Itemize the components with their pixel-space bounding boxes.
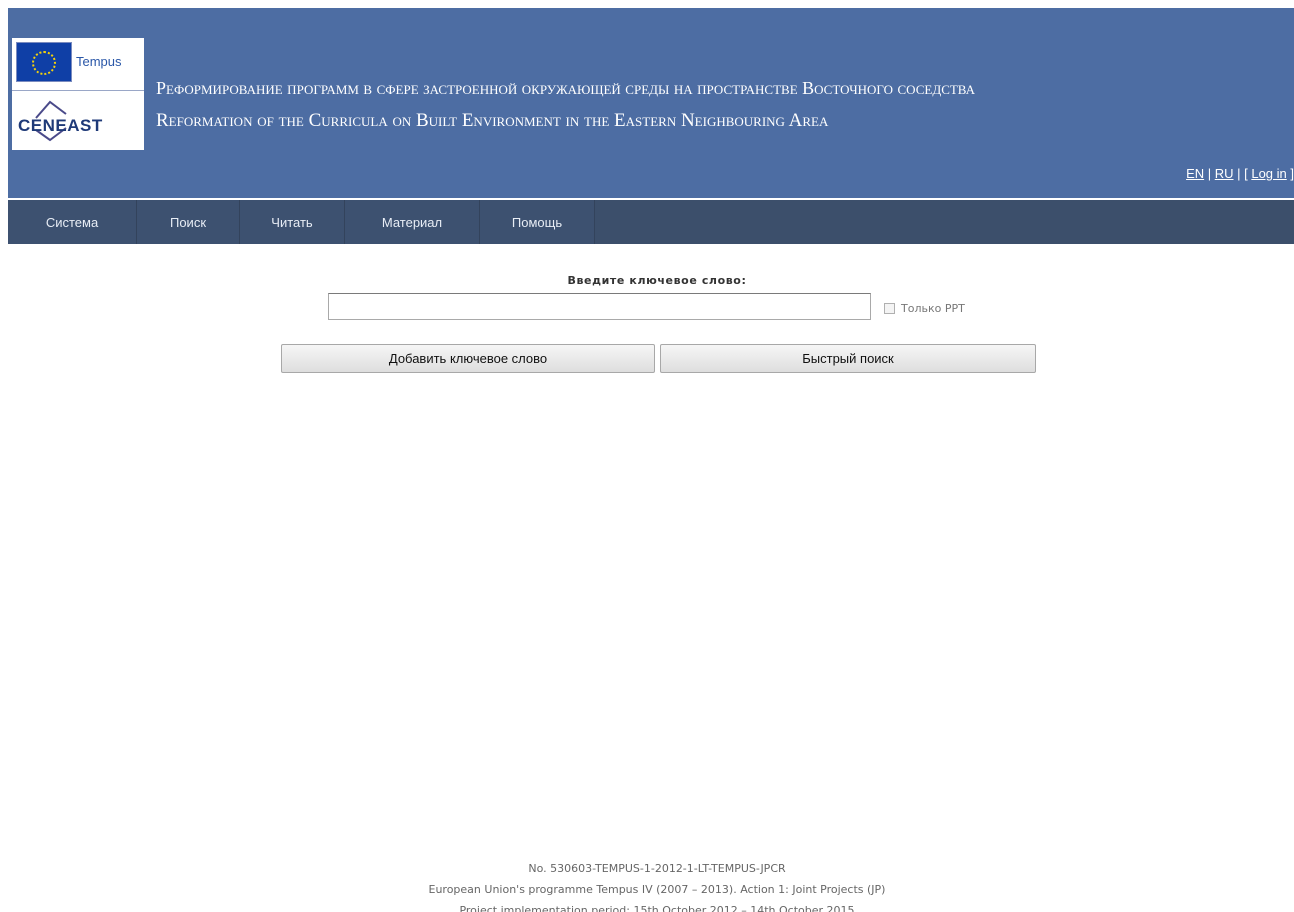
login-bracket-close: ] (1286, 166, 1294, 181)
eu-flag-icon (16, 42, 72, 82)
nav-item-search[interactable]: Поиск (137, 200, 240, 244)
ppt-only-option: Только PPT (884, 302, 965, 315)
ceneast-logo-text: CENEAST (18, 116, 103, 135)
ppt-only-checkbox[interactable] (884, 303, 895, 314)
language-links: EN | RU | [ Log in ] (1186, 166, 1294, 181)
page: Tempus CENEAST Реформирование программ в… (0, 0, 1294, 912)
site-title-en: Reformation of the Curricula on Built En… (156, 110, 829, 131)
lang-separator: | (1204, 166, 1215, 181)
eu-stars-icon (32, 51, 56, 75)
login-bracket-open: | [ (1233, 166, 1252, 181)
lang-ru-link[interactable]: RU (1215, 166, 1234, 181)
nav-item-help[interactable]: Помощь (480, 200, 595, 244)
site-title-ru: Реформирование программ в сфере застроен… (156, 78, 976, 98)
footer-project-number: No. 530603-TEMPUS-1-2012-1-LT-TEMPUS-JPC… (528, 862, 786, 875)
site-header: Tempus CENEAST Реформирование программ в… (8, 8, 1294, 198)
tempus-logo-text: Tempus (76, 54, 122, 69)
lang-en-link[interactable]: EN (1186, 166, 1204, 181)
keyword-input[interactable] (328, 293, 871, 320)
logo-divider (12, 90, 144, 91)
login-link[interactable]: Log in (1251, 166, 1286, 181)
nav-item-read[interactable]: Читать (240, 200, 345, 244)
logo-block: Tempus CENEAST (12, 38, 144, 150)
keyword-label: Введите ключевое слово: (567, 274, 747, 287)
footer-period: Project implementation period: 15th Octo… (459, 904, 855, 912)
ppt-only-label: Только PPT (901, 302, 965, 315)
main-nav: Система Поиск Читать Материал Помощь (8, 200, 1294, 244)
nav-item-material[interactable]: Материал (345, 200, 480, 244)
add-keyword-button[interactable]: Добавить ключевое слово (281, 344, 655, 373)
quick-search-button[interactable]: Быстрый поиск (660, 344, 1036, 373)
footer-programme: European Union's programme Tempus IV (20… (428, 883, 886, 896)
site-footer: No. 530603-TEMPUS-1-2012-1-LT-TEMPUS-JPC… (0, 858, 1294, 912)
nav-item-system[interactable]: Система (8, 200, 137, 244)
